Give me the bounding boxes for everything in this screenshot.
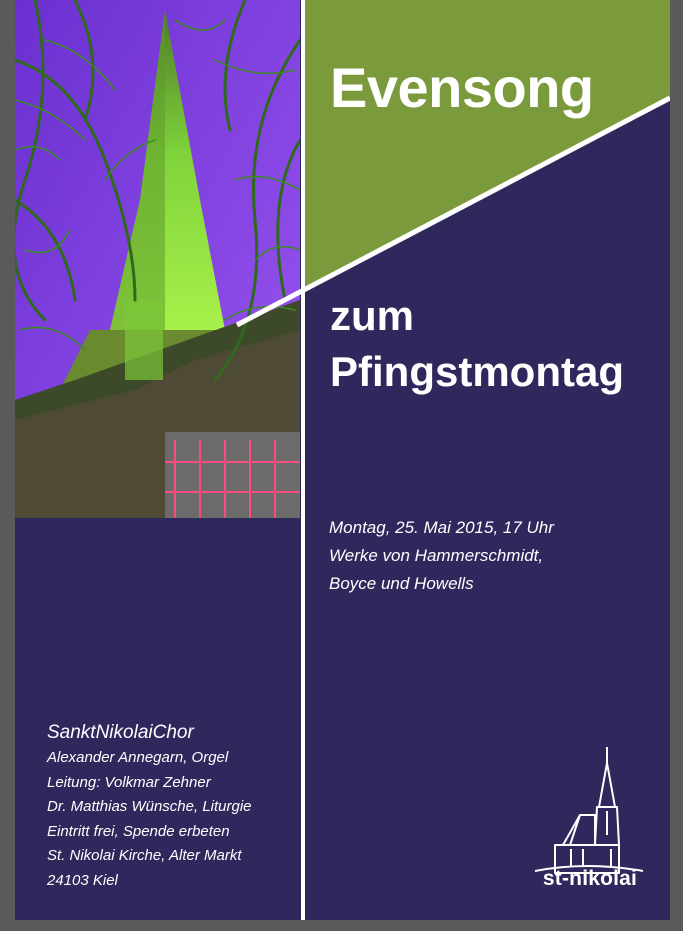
- credit-organist: Alexander Annegarn, Orgel: [47, 749, 229, 766]
- credit-venue: St. Nikolai Kirche, Alter Markt: [47, 847, 242, 864]
- vertical-divider: [301, 0, 305, 920]
- subtitle-line-2: Pfingstmontag: [330, 348, 624, 395]
- credit-city: 24103 Kiel: [47, 871, 118, 889]
- subtitle-line-1: zum: [330, 292, 414, 339]
- poster-title: Evensong: [330, 56, 594, 119]
- credits: SanktNikolaiChor Alexander Annegarn, Org…: [47, 720, 252, 893]
- credit-admission: Eintritt frei, Spende erbeten: [47, 822, 230, 840]
- poster: Evensong zum Pfingstmontag Montag, 25. M…: [15, 0, 670, 920]
- event-date: Montag, 25. Mai 2015, 17 Uhr: [329, 518, 554, 537]
- choir-name: SanktNikolaiChor: [47, 722, 194, 743]
- credit-director: Leitung: Volkmar Zehner: [47, 773, 211, 791]
- event-details: Montag, 25. Mai 2015, 17 Uhr Werke von H…: [329, 514, 554, 598]
- logo-wordmark: st-nikolai: [542, 867, 638, 890]
- credit-liturgy: Dr. Matthias Wünsche, Liturgie: [47, 798, 252, 815]
- event-works-line-2: Boyce und Howells: [329, 574, 474, 593]
- event-works-line-1: Werke von Hammerschmidt,: [329, 546, 544, 565]
